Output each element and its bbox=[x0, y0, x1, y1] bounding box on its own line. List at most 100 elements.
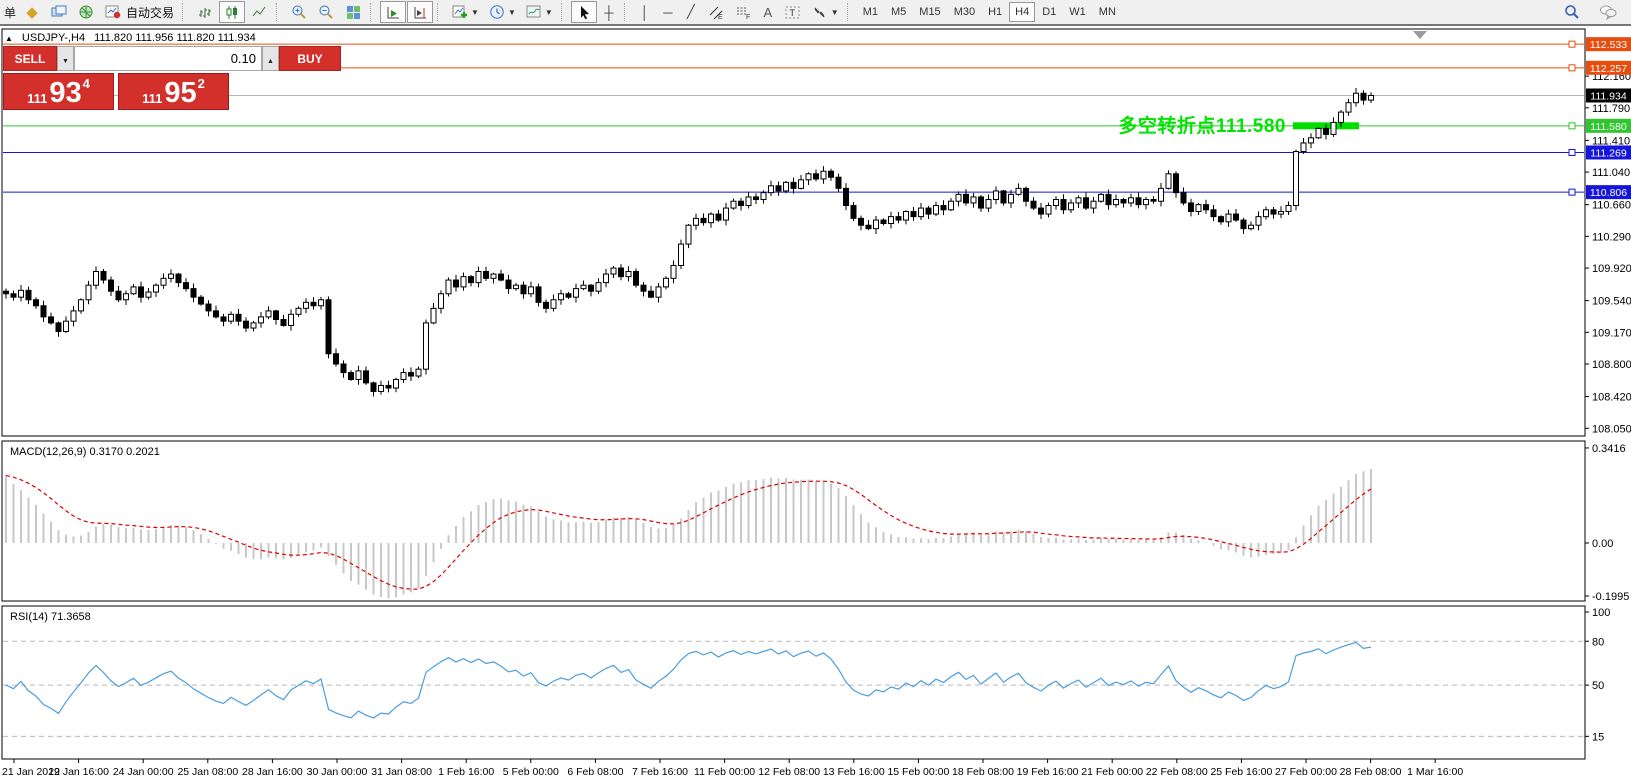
time-label[interactable]: 11 Feb 00:00 bbox=[694, 766, 755, 776]
level-handle[interactable] bbox=[1568, 188, 1576, 196]
candle-body bbox=[985, 199, 992, 209]
periods-button[interactable]: ▼ bbox=[484, 1, 520, 23]
buy-price-button[interactable]: 111 95 2 bbox=[118, 73, 229, 110]
candle-body bbox=[333, 353, 339, 365]
fibonacci-button[interactable]: F bbox=[730, 1, 756, 23]
time-label[interactable]: 21 Feb 00:00 bbox=[1081, 766, 1143, 776]
buy-button[interactable]: BUY bbox=[279, 46, 341, 71]
time-label[interactable]: 19 Feb 16:00 bbox=[1017, 766, 1079, 776]
level-handle[interactable] bbox=[1568, 64, 1576, 72]
new-order-icon-button[interactable]: ◆ bbox=[19, 1, 45, 23]
timeframe-m15-button[interactable]: M15 bbox=[913, 2, 946, 22]
sell-button[interactable]: SELL bbox=[3, 46, 57, 71]
templates-button[interactable]: ▼ bbox=[521, 1, 557, 23]
time-label[interactable]: 28 Jan 16:00 bbox=[242, 766, 303, 776]
candle-body bbox=[265, 310, 272, 318]
time-label[interactable]: 28 Feb 08:00 bbox=[1340, 766, 1402, 776]
market-watch-button[interactable] bbox=[73, 1, 99, 23]
vertical-line-icon: │ bbox=[640, 4, 649, 20]
timeframe-d1-button[interactable]: D1 bbox=[1036, 2, 1062, 22]
timeframe-h1-button[interactable]: H1 bbox=[982, 2, 1008, 22]
candle-body bbox=[1135, 197, 1142, 206]
price-tick-label: 109.170 bbox=[1592, 327, 1631, 339]
time-label[interactable]: 31 Jan 08:00 bbox=[371, 766, 432, 776]
timeframe-w1-button[interactable]: W1 bbox=[1063, 2, 1092, 22]
timeframe-mn-button[interactable]: MN bbox=[1093, 2, 1122, 22]
price-tick-label: 111.040 bbox=[1592, 167, 1630, 179]
chart-canvas[interactable]: 112.160111.790111.410111.040110.660110.2… bbox=[0, 28, 1631, 776]
time-label[interactable]: 1 Feb 16:00 bbox=[438, 766, 494, 776]
charts-window-button[interactable] bbox=[46, 1, 72, 23]
equidistant-channel-icon: E bbox=[707, 4, 725, 20]
text-button[interactable]: A bbox=[757, 1, 779, 23]
candle-body bbox=[565, 293, 572, 298]
volume-input[interactable] bbox=[74, 46, 262, 71]
candlestick-chart-button[interactable] bbox=[219, 1, 246, 23]
crosshair-button[interactable]: ┼ bbox=[598, 1, 620, 23]
timeframe-m1-button[interactable]: M1 bbox=[857, 2, 884, 22]
level-handle[interactable] bbox=[1568, 148, 1576, 156]
timeframe-m5-button[interactable]: M5 bbox=[885, 2, 912, 22]
price-badge-label: 111.934 bbox=[1590, 90, 1627, 102]
auto-scroll-button[interactable] bbox=[380, 1, 407, 23]
cursor-button[interactable] bbox=[570, 1, 597, 23]
trendline-button[interactable]: ╱ bbox=[680, 1, 702, 23]
fibonacci-icon: F bbox=[734, 4, 752, 20]
time-label[interactable]: 25 Feb 16:00 bbox=[1210, 766, 1272, 776]
time-label[interactable]: 18 Feb 08:00 bbox=[952, 766, 1014, 776]
candle-body bbox=[1180, 192, 1187, 204]
buy-price-big: 95 bbox=[164, 77, 197, 110]
candle-body bbox=[1248, 224, 1254, 230]
new-order-button[interactable]: 单 bbox=[2, 1, 18, 23]
search-button[interactable] bbox=[1559, 1, 1585, 23]
candle-body bbox=[115, 290, 122, 301]
time-label[interactable]: 22 Jan 16:00 bbox=[48, 766, 109, 776]
candle-body bbox=[348, 372, 354, 380]
volume-increase-button[interactable]: ▲ bbox=[262, 46, 279, 71]
text-label-button[interactable]: T bbox=[780, 1, 806, 23]
candle-body bbox=[940, 205, 947, 211]
equidistant-channel-button[interactable]: E bbox=[703, 1, 729, 23]
bar-chart-button[interactable] bbox=[192, 1, 218, 23]
time-label[interactable]: 7 Feb 16:00 bbox=[632, 766, 688, 776]
time-label[interactable]: 1 Mar 16:00 bbox=[1407, 766, 1463, 776]
sell-price-button[interactable]: 111 93 4 bbox=[3, 73, 114, 110]
candle-body bbox=[790, 181, 797, 189]
indicators-button[interactable]: ▼ bbox=[447, 1, 483, 23]
autotrading-label: 自动交易 bbox=[126, 5, 175, 20]
candle-body bbox=[190, 288, 197, 298]
tile-windows-button[interactable] bbox=[340, 1, 366, 23]
time-label[interactable]: 12 Feb 08:00 bbox=[758, 766, 820, 776]
autotrading-button[interactable]: 自动交易 bbox=[100, 1, 178, 23]
timeframe-m30-button[interactable]: M30 bbox=[948, 2, 981, 22]
time-label[interactable]: 27 Feb 00:00 bbox=[1275, 766, 1337, 776]
collapse-arrow-icon[interactable]: ▲ bbox=[5, 34, 13, 43]
zoom-in-button[interactable] bbox=[286, 1, 312, 23]
candle-body bbox=[498, 273, 504, 281]
level-handle[interactable] bbox=[1568, 40, 1576, 48]
annotation-text: 多空转折点111.580 bbox=[1118, 116, 1286, 137]
timeframe-h4-button[interactable]: H4 bbox=[1009, 2, 1036, 22]
time-label[interactable]: 24 Jan 00:00 bbox=[113, 766, 174, 776]
chat-button[interactable] bbox=[1595, 1, 1621, 23]
horizontal-line-button[interactable]: ─ bbox=[657, 1, 679, 23]
chart-shift-button[interactable] bbox=[407, 1, 434, 23]
separator bbox=[437, 3, 442, 21]
candle-body bbox=[1315, 127, 1322, 139]
time-label[interactable]: 13 Feb 16:00 bbox=[823, 766, 885, 776]
line-chart-button[interactable] bbox=[246, 1, 272, 23]
dropdown-caret-icon: ▼ bbox=[507, 7, 516, 17]
time-label[interactable]: 30 Jan 00:00 bbox=[307, 766, 368, 776]
time-label[interactable]: 25 Jan 08:00 bbox=[177, 766, 238, 776]
time-label[interactable]: 5 Feb 00:00 bbox=[503, 766, 559, 776]
volume-decrease-button[interactable]: ▼ bbox=[57, 46, 74, 71]
time-label[interactable]: 15 Feb 00:00 bbox=[887, 766, 949, 776]
time-label[interactable]: 6 Feb 08:00 bbox=[567, 766, 623, 776]
candle-body bbox=[730, 200, 737, 209]
candle-body bbox=[993, 190, 999, 201]
level-handle[interactable] bbox=[1568, 122, 1576, 130]
arrows-button[interactable]: ▼ bbox=[807, 1, 843, 23]
vertical-line-button[interactable]: │ bbox=[634, 1, 656, 23]
zoom-out-button[interactable] bbox=[313, 1, 339, 23]
time-label[interactable]: 22 Feb 08:00 bbox=[1146, 766, 1208, 776]
